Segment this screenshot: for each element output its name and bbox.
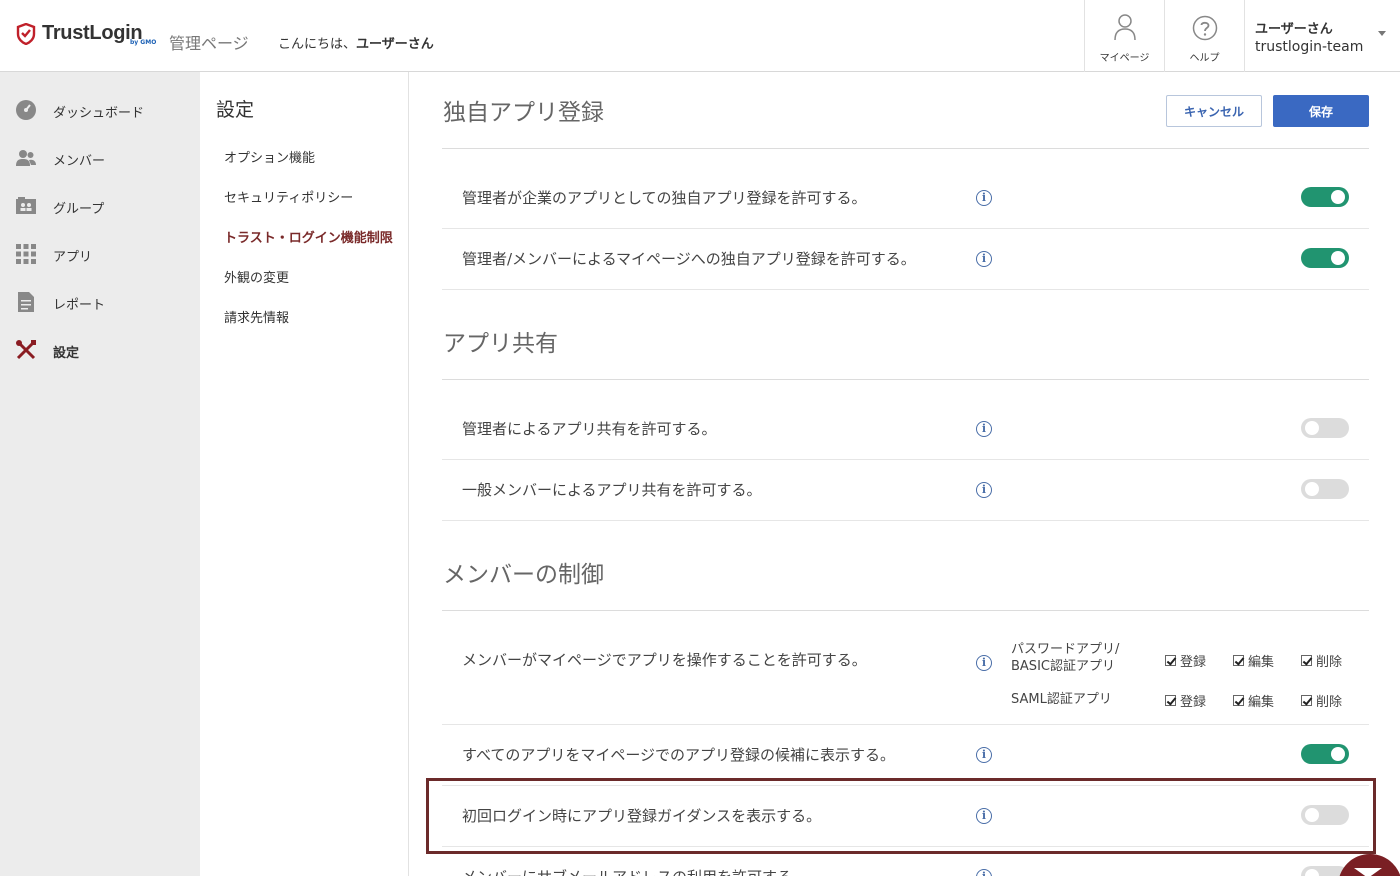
user-team: trustlogin-team [1255,39,1364,55]
admin-page-label: 管理ページ [169,34,249,53]
toggle-knob [1331,190,1345,204]
tools-icon [16,340,36,360]
divider [442,379,1369,380]
cancel-button[interactable]: キャンセル [1166,95,1262,127]
checkbox-box [1301,655,1312,666]
divider [442,610,1369,611]
user-menu[interactable]: ユーザーさん trustlogin-team [1244,0,1400,72]
report-icon [18,292,34,312]
divider [442,148,1369,149]
logo-text: TrustLogin [42,22,143,44]
setting-label: 管理者によるアプリ共有を許可する。 [462,420,717,438]
checkbox-box [1165,695,1176,706]
info-icon[interactable]: i [976,747,992,763]
checkbox-delete[interactable]: 削除 [1301,651,1342,670]
permission-category: パスワードアプリ/BASIC認証アプリ [1011,642,1120,674]
app-header: TrustLogin by GMO 管理ページ こんにちは、ユーザーさん マイペ… [0,0,1400,72]
chevron-down-icon [1378,31,1386,36]
toggle-knob [1305,869,1319,876]
info-icon[interactable]: i [976,190,992,206]
toggle-knob [1331,747,1345,761]
checkbox-delete[interactable]: 削除 [1301,691,1342,710]
divider [442,289,1369,290]
sidebar-item-settings[interactable]: 設定 [0,330,200,370]
info-icon[interactable]: i [976,869,992,876]
setting-label: メンバーにサブメールアドレスの利用を許可する。 [462,866,807,876]
section-title: 独自アプリ登録 [443,100,604,126]
sidebar-item-apps[interactable]: アプリ [0,234,200,274]
group-icon [16,197,36,214]
checkbox-edit[interactable]: 編集 [1233,651,1274,670]
settings-subnav: 設定 オプション機能 セキュリティポリシー トラスト・ログイン機能制限 外観の変… [200,72,409,876]
toggle-switch[interactable] [1301,248,1349,268]
greeting: こんにちは、ユーザーさん [278,37,434,52]
checkbox-edit[interactable]: 編集 [1233,691,1274,710]
shield-logo-icon [16,22,36,45]
toggle-switch[interactable] [1301,479,1349,499]
setting-label: 管理者/メンバーによるマイページへの独自アプリ登録を許可する。 [462,250,916,268]
sidebar-item-reports[interactable]: レポート [0,282,200,322]
sidebar-item-members[interactable]: メンバー [0,138,200,178]
subnav-item-billing[interactable]: 請求先情報 [224,307,289,326]
divider [442,724,1369,725]
main-content: 独自アプリ登録 キャンセル 保存 管理者が企業のアプリとしての独自アプリ登録を許… [410,72,1400,876]
checkbox-register[interactable]: 登録 [1165,651,1206,670]
toggle-switch[interactable] [1301,418,1349,438]
checkbox-register[interactable]: 登録 [1165,691,1206,710]
trustlogin-logo[interactable]: TrustLogin [16,22,143,45]
checkbox-box [1233,655,1244,666]
help-icon [1192,15,1217,41]
main-sidebar: ダッシュボード メンバー グループ アプリ レポート 設定 [0,72,200,876]
subnav-item-options[interactable]: オプション機能 [224,147,315,166]
setting-label: 管理者が企業のアプリとしての独自アプリ登録を許可する。 [462,189,867,207]
section-title: メンバーの制御 [443,562,604,588]
divider [442,459,1369,460]
setting-label: 一般メンバーによるアプリ共有を許可する。 [462,481,762,499]
setting-label: メンバーがマイページでアプリを操作することを許可する。 [462,651,867,669]
highlight-box [426,778,1376,854]
logo-gmo: by GMO [130,39,157,46]
person-icon [1113,14,1136,41]
toggle-knob [1305,421,1319,435]
subnav-title: 設定 [216,99,255,121]
info-icon[interactable]: i [976,482,992,498]
toggle-switch[interactable] [1301,744,1349,764]
info-icon[interactable]: i [976,655,992,671]
apps-grid-icon [16,244,36,264]
divider [442,520,1369,521]
help-label: ヘルプ [1189,53,1220,64]
toggle-switch[interactable] [1301,187,1349,207]
help-button[interactable]: ヘルプ [1164,0,1244,72]
toggle-knob [1305,482,1319,496]
permission-category: SAML認証アプリ [1011,692,1112,707]
mypage-label: マイページ [1099,53,1150,64]
dashboard-icon [16,100,36,120]
checkbox-box [1165,655,1176,666]
sidebar-item-dashboard[interactable]: ダッシュボード [0,90,200,130]
checkbox-box [1233,695,1244,706]
divider [442,228,1369,229]
subnav-item-appearance[interactable]: 外観の変更 [224,267,289,286]
subnav-item-security-policy[interactable]: セキュリティポリシー [224,187,353,206]
setting-label: すべてのアプリをマイページでのアプリ登録の候補に表示する。 [462,746,896,764]
section-title: アプリ共有 [443,331,558,357]
mypage-button[interactable]: マイページ [1084,0,1164,72]
info-icon[interactable]: i [976,251,992,267]
sidebar-item-groups[interactable]: グループ [0,186,200,226]
info-icon[interactable]: i [976,421,992,437]
save-button[interactable]: 保存 [1273,95,1369,127]
toggle-knob [1331,251,1345,265]
members-icon [16,150,36,166]
checkbox-box [1301,695,1312,706]
subnav-item-function-restrictions[interactable]: トラスト・ログイン機能制限 [224,227,393,246]
